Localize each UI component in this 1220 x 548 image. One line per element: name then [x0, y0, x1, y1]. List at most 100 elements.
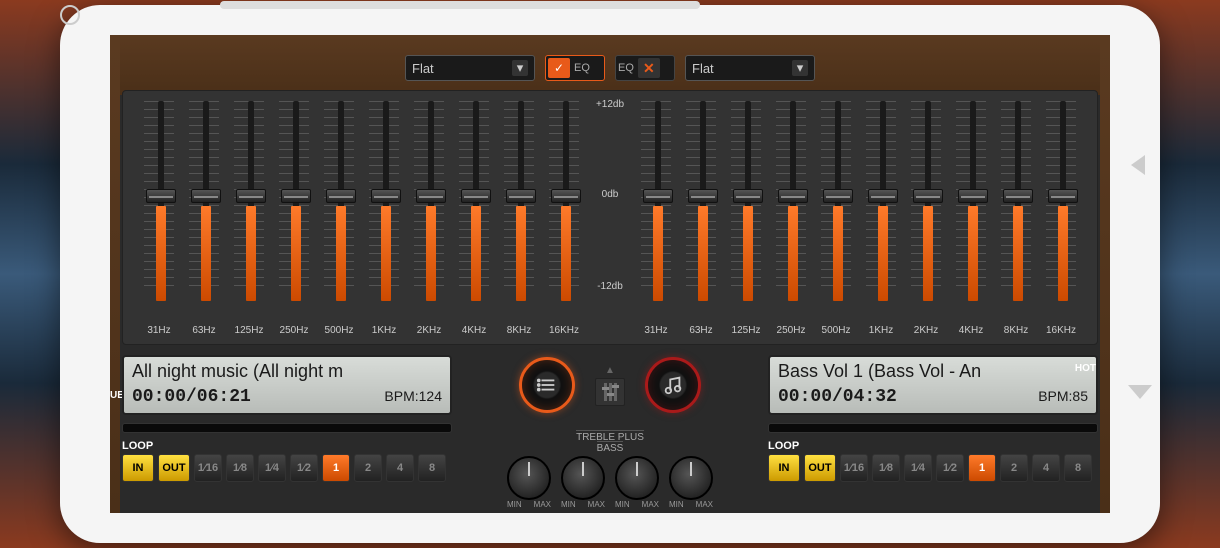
eq-toggle-left[interactable]: ✓ EQ [545, 55, 605, 81]
deck-b-time: 00:00/04:32 [778, 387, 897, 407]
eq-slider[interactable] [770, 101, 812, 301]
eq-slider[interactable] [725, 101, 767, 301]
eq-preset-right-label: Flat [692, 61, 714, 76]
loop-beat-button[interactable]: 1⁄2 [936, 454, 964, 482]
eq-slider[interactable] [183, 101, 225, 301]
deck-a-time: 00:00/06:21 [132, 387, 251, 407]
loop-label-b: LOOP [768, 440, 1098, 452]
deck-a-bpm: BPM:124 [384, 388, 442, 404]
deck-a-slot [122, 423, 452, 433]
eq-preset-left-label: Flat [412, 61, 434, 76]
loop-beat-button[interactable]: 8 [418, 454, 446, 482]
eq-preset-right[interactable]: Flat ▾ [685, 55, 815, 81]
tone-controls: TREBLE PLUS BASS MINMAXMINMAXMINMAXMINMA… [507, 430, 713, 509]
deck-b-title: Bass Vol 1 (Bass Vol - An [778, 361, 1088, 385]
loop-beat-button[interactable]: 1⁄4 [258, 454, 286, 482]
loop-label-a: LOOP [122, 440, 452, 452]
freq-label: 16KHz [543, 325, 585, 336]
loop-beat-button[interactable]: 1⁄4 [904, 454, 932, 482]
db-top: +12db [596, 99, 624, 110]
loop-beat-button[interactable]: 4 [1032, 454, 1060, 482]
freq-labels-right: 31Hz63Hz125Hz250Hz500Hz1KHz2KHz4KHz8KHz1… [635, 325, 1082, 336]
loop-beat-button[interactable]: 2 [354, 454, 382, 482]
eq-preset-left[interactable]: Flat ▾ [405, 55, 535, 81]
eq-slider[interactable] [1040, 101, 1082, 301]
freq-label: 125Hz [725, 325, 767, 336]
freq-label: 31Hz [635, 325, 677, 336]
loop-out-a[interactable]: OUT [158, 454, 190, 482]
tone-knob[interactable] [669, 456, 713, 500]
eq-slider[interactable] [273, 101, 315, 301]
freq-label: 4KHz [453, 325, 495, 336]
eq-slider[interactable] [680, 101, 722, 301]
eq-slider[interactable] [498, 101, 540, 301]
freq-label: 4KHz [950, 325, 992, 336]
freq-label: 2KHz [905, 325, 947, 336]
mixer-toggle[interactable]: ▲ [595, 365, 625, 406]
tone-knob[interactable] [507, 456, 551, 500]
list-icon [536, 374, 558, 396]
freq-label: 8KHz [498, 325, 540, 336]
android-back-button[interactable] [1131, 155, 1145, 175]
eq-toggle-right[interactable]: EQ ✕ [615, 55, 675, 81]
bass-label: BASS [597, 441, 624, 454]
close-icon: ✕ [638, 58, 660, 78]
loop-section-b: LOOP IN OUT 1⁄161⁄81⁄41⁄21248 [768, 440, 1098, 495]
loop-out-b[interactable]: OUT [804, 454, 836, 482]
android-home-button[interactable] [60, 5, 80, 25]
eq-slider[interactable] [228, 101, 270, 301]
eq-slider[interactable] [453, 101, 495, 301]
eq-sliders-left [138, 101, 585, 301]
eq-slider[interactable] [635, 101, 677, 301]
playlist-button[interactable] [519, 357, 575, 413]
music-library-button[interactable] [645, 357, 701, 413]
check-icon: ✓ [548, 58, 570, 78]
freq-label: 63Hz [680, 325, 722, 336]
eq-slider[interactable] [815, 101, 857, 301]
deck-b-bpm: BPM:85 [1038, 388, 1088, 404]
loop-beat-button[interactable]: 1⁄2 [290, 454, 318, 482]
tone-knob[interactable] [561, 456, 605, 500]
loop-in-b[interactable]: IN [768, 454, 800, 482]
eq-slider[interactable] [138, 101, 180, 301]
loop-beat-button[interactable]: 8 [1064, 454, 1092, 482]
freq-label: 125Hz [228, 325, 270, 336]
music-note-icon [662, 374, 684, 396]
mixer-icon [595, 378, 625, 406]
loop-beat-button[interactable]: 1⁄8 [226, 454, 254, 482]
freq-label: 1KHz [363, 325, 405, 336]
tone-knob[interactable] [615, 456, 659, 500]
hot-cue-label: HOT [1075, 363, 1096, 374]
db-mid: 0db [602, 189, 619, 200]
app-screen: Flat ▾ ✓ EQ EQ ✕ Flat ▾ +12db 0db -12db [110, 35, 1110, 513]
eq-slider[interactable] [860, 101, 902, 301]
eq-sliders-right [635, 101, 1082, 301]
freq-label: 250Hz [770, 325, 812, 336]
freq-label: 31Hz [138, 325, 180, 336]
eq-panel: +12db 0db -12db 31Hz63Hz125Hz250Hz500Hz1… [122, 90, 1098, 345]
eq-header: Flat ▾ ✓ EQ EQ ✕ Flat ▾ [405, 55, 815, 81]
loop-beat-button[interactable]: 1⁄16 [194, 454, 222, 482]
eq-slider[interactable] [905, 101, 947, 301]
loop-beat-button[interactable]: 2 [1000, 454, 1028, 482]
loop-beat-button[interactable]: 1 [968, 454, 996, 482]
freq-label: 63Hz [183, 325, 225, 336]
loop-beat-button[interactable]: 1⁄16 [840, 454, 868, 482]
eq-slider[interactable] [543, 101, 585, 301]
deck-row: All night music (All night m 00:00/06:21… [122, 355, 1098, 430]
loop-beat-button[interactable]: 4 [386, 454, 414, 482]
deck-a-display: All night music (All night m 00:00/06:21… [122, 355, 452, 415]
eq-slider[interactable] [950, 101, 992, 301]
db-scale: +12db 0db -12db [585, 101, 635, 301]
deck-b-slot [768, 423, 1098, 433]
loop-beat-button[interactable]: 1 [322, 454, 350, 482]
eq-slider[interactable] [995, 101, 1037, 301]
eq-slider[interactable] [408, 101, 450, 301]
chevron-down-icon: ▾ [792, 60, 808, 76]
android-recent-button[interactable] [1128, 385, 1152, 399]
eq-slider[interactable] [363, 101, 405, 301]
loop-beat-button[interactable]: 1⁄8 [872, 454, 900, 482]
loop-section-a: LOOP IN OUT 1⁄161⁄81⁄41⁄21248 [122, 440, 452, 495]
loop-in-a[interactable]: IN [122, 454, 154, 482]
eq-slider[interactable] [318, 101, 360, 301]
